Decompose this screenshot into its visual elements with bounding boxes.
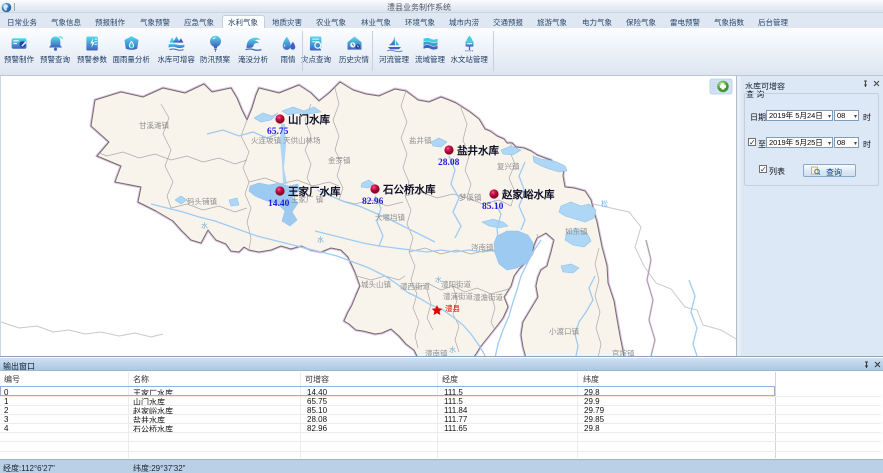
svg-text:如东镇: 如东镇: [565, 226, 588, 236]
svg-text:甘溪滩镇: 甘溪滩镇: [139, 120, 169, 130]
svg-text:王家厂水库: 王家厂水库: [288, 185, 341, 198]
svg-text:水: 水: [317, 235, 324, 244]
svg-text:澧西街道: 澧西街道: [400, 281, 430, 291]
svg-text:梦溪镇: 梦溪镇: [459, 192, 482, 202]
svg-text:澧澹街道: 澧澹街道: [473, 292, 503, 302]
svg-text:城头山镇: 城头山镇: [361, 279, 391, 289]
svg-text:澧阳街道: 澧阳街道: [441, 279, 471, 289]
svg-text:赵家峪水库: 赵家峪水库: [501, 188, 555, 201]
svg-text:涔南镇: 涔南镇: [471, 242, 494, 252]
svg-text:大堰垱镇: 大堰垱镇: [375, 212, 405, 222]
svg-text:水: 水: [201, 221, 208, 230]
svg-text:澧浦街道: 澧浦街道: [443, 291, 473, 301]
svg-text:澧南镇: 澧南镇: [425, 348, 448, 356]
svg-text:盐井镇: 盐井镇: [409, 135, 432, 145]
svg-text:小渡口镇: 小渡口镇: [549, 326, 579, 336]
svg-text:14.40: 14.40: [268, 199, 290, 209]
svg-text:天供山林场: 天供山林场: [283, 135, 321, 145]
svg-text:水: 水: [449, 345, 456, 354]
svg-text:山门水库: 山门水库: [288, 113, 330, 126]
svg-text:石公桥水库: 石公桥水库: [382, 183, 436, 196]
svg-text:官垸镇: 官垸镇: [612, 348, 635, 356]
svg-text:28.08: 28.08: [438, 158, 460, 168]
svg-text:82.96: 82.96: [362, 197, 384, 207]
svg-text:码头铺镇: 码头铺镇: [187, 196, 217, 206]
svg-text:水: 水: [435, 275, 442, 284]
svg-text:金罗镇: 金罗镇: [328, 155, 351, 165]
svg-text:85.10: 85.10: [482, 202, 504, 212]
svg-text:松: 松: [601, 199, 608, 208]
svg-text:复兴镇: 复兴镇: [497, 161, 520, 171]
svg-text:65.75: 65.75: [267, 127, 289, 137]
svg-text:盐井水库: 盐井水库: [457, 144, 499, 157]
svg-text:澧县: 澧县: [445, 303, 460, 313]
